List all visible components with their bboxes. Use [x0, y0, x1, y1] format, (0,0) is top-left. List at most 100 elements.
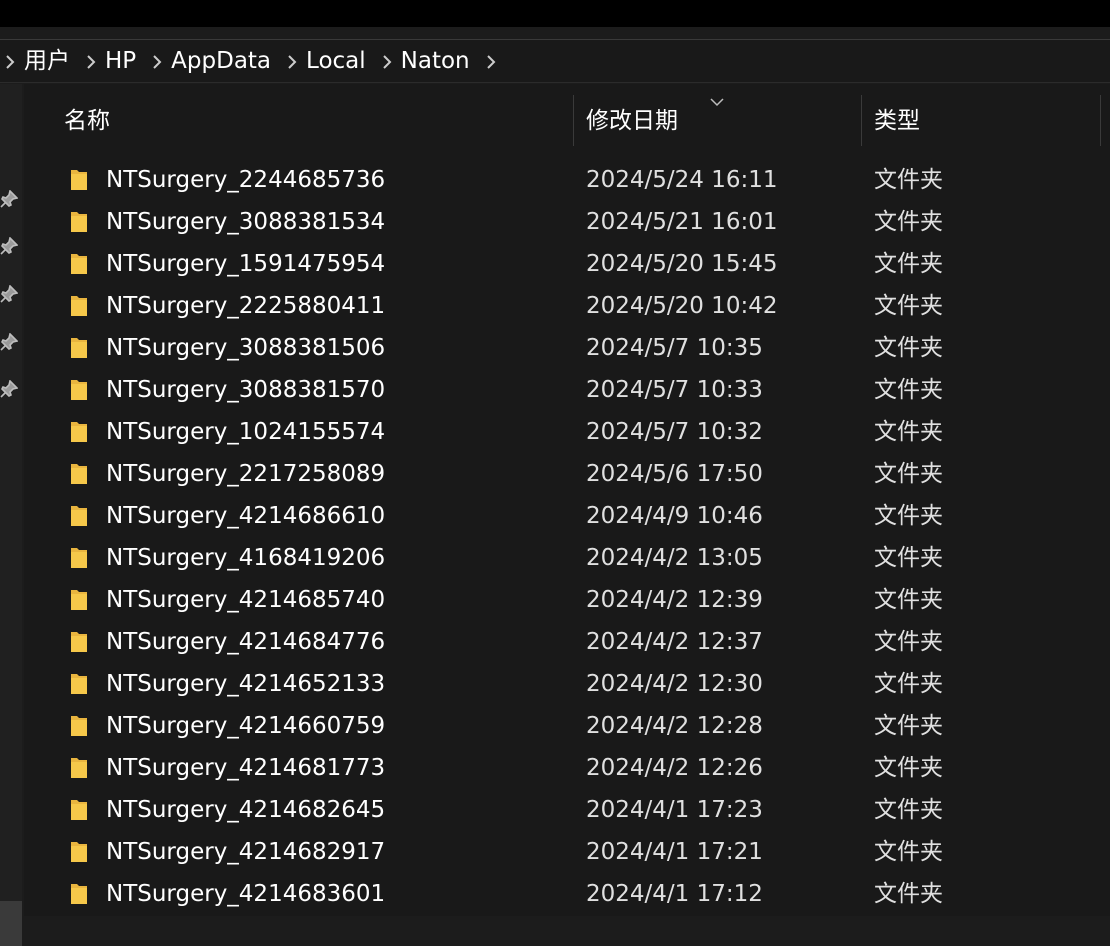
table-row[interactable]: NTSurgery_2244685736 2024/5/24 16:11 文件夹	[24, 159, 1110, 201]
file-name[interactable]: NTSurgery_3088381506	[106, 327, 385, 369]
file-type: 文件夹	[874, 335, 943, 361]
column-divider[interactable]	[1100, 95, 1101, 146]
file-type: 文件夹	[874, 839, 943, 865]
file-modified-date: 2024/4/2 12:39	[586, 587, 763, 613]
file-name[interactable]: NTSurgery_4214681773	[106, 747, 385, 789]
column-header-modified[interactable]: 修改日期	[586, 84, 678, 146]
file-type: 文件夹	[874, 671, 943, 697]
table-row[interactable]: NTSurgery_4214660759 2024/4/2 12:28 文件夹	[24, 705, 1110, 747]
table-row[interactable]: NTSurgery_4214652133 2024/4/2 12:30 文件夹	[24, 663, 1110, 705]
address-bar[interactable]: 用户 HP AppData Local Naton	[0, 39, 1110, 83]
column-divider[interactable]	[861, 95, 862, 146]
file-name[interactable]: NTSurgery_3088381534	[106, 201, 385, 243]
chevron-right-icon[interactable]	[379, 50, 395, 72]
column-header-type[interactable]: 类型	[874, 84, 920, 146]
folder-icon	[70, 882, 88, 905]
table-row[interactable]: NTSurgery_1024155574 2024/5/7 10:32 文件夹	[24, 411, 1110, 453]
chevron-right-icon[interactable]	[2, 50, 18, 72]
file-type: 文件夹	[874, 419, 943, 445]
file-modified-date: 2024/5/21 16:01	[586, 209, 778, 235]
file-type: 文件夹	[874, 587, 943, 613]
table-row[interactable]: NTSurgery_4214683601 2024/4/1 17:12 文件夹	[24, 873, 1110, 915]
file-name[interactable]: NTSurgery_4214652133	[106, 663, 385, 705]
breadcrumb-item-users[interactable]: 用户	[18, 39, 83, 83]
breadcrumb-item-naton[interactable]: Naton	[395, 39, 483, 83]
chevron-right-icon[interactable]	[149, 50, 165, 72]
file-type: 文件夹	[874, 755, 943, 781]
file-type: 文件夹	[874, 167, 943, 193]
file-type: 文件夹	[874, 251, 943, 277]
file-modified-date: 2024/4/2 12:37	[586, 629, 763, 655]
file-name[interactable]: NTSurgery_2217258089	[106, 453, 385, 495]
table-row[interactable]: NTSurgery_3088381506 2024/5/7 10:35 文件夹	[24, 327, 1110, 369]
table-row[interactable]: NTSurgery_4214686610 2024/4/9 10:46 文件夹	[24, 495, 1110, 537]
table-row[interactable]: NTSurgery_3088381570 2024/5/7 10:33 文件夹	[24, 369, 1110, 411]
breadcrumb-item-appdata[interactable]: AppData	[165, 39, 284, 83]
folder-icon	[70, 462, 88, 485]
file-name[interactable]: NTSurgery_4214660759	[106, 705, 385, 747]
file-name[interactable]: NTSurgery_1591475954	[106, 243, 385, 285]
folder-icon	[70, 756, 88, 779]
file-name[interactable]: NTSurgery_4214685740	[106, 579, 385, 621]
breadcrumb-item-hp[interactable]: HP	[99, 39, 149, 83]
file-modified-date: 2024/4/2 12:26	[586, 755, 763, 781]
file-modified-date: 2024/5/20 10:42	[586, 293, 778, 319]
folder-icon	[70, 798, 88, 821]
table-row[interactable]: NTSurgery_1591475954 2024/5/20 15:45 文件夹	[24, 243, 1110, 285]
table-row[interactable]: NTSurgery_4214682645 2024/4/1 17:23 文件夹	[24, 789, 1110, 831]
column-divider[interactable]	[573, 95, 574, 146]
chevron-right-icon[interactable]	[483, 50, 499, 72]
table-row[interactable]: NTSurgery_4214685740 2024/4/2 12:39 文件夹	[24, 579, 1110, 621]
file-type: 文件夹	[874, 881, 943, 907]
folder-icon	[70, 672, 88, 695]
folder-icon	[70, 294, 88, 317]
file-modified-date: 2024/4/2 12:30	[586, 671, 763, 697]
file-name[interactable]: NTSurgery_4168419206	[106, 537, 385, 579]
file-modified-date: 2024/5/7 10:33	[586, 377, 763, 403]
file-type: 文件夹	[874, 503, 943, 529]
folder-icon	[70, 630, 88, 653]
file-name[interactable]: NTSurgery_1024155574	[106, 411, 385, 453]
pin-icon[interactable]	[0, 236, 19, 255]
chevron-right-icon[interactable]	[284, 50, 300, 72]
file-name[interactable]: NTSurgery_2225880411	[106, 285, 385, 327]
title-bar	[0, 0, 1110, 27]
pin-icon[interactable]	[0, 189, 19, 208]
column-header-name[interactable]: 名称	[64, 84, 110, 146]
table-row[interactable]: NTSurgery_4168419206 2024/4/2 13:05 文件夹	[24, 537, 1110, 579]
table-row[interactable]: NTSurgery_4214684776 2024/4/2 12:37 文件夹	[24, 621, 1110, 663]
file-modified-date: 2024/4/1 17:12	[586, 881, 763, 907]
file-modified-date: 2024/5/24 16:11	[586, 167, 778, 193]
table-row[interactable]: NTSurgery_2225880411 2024/5/20 10:42 文件夹	[24, 285, 1110, 327]
table-row[interactable]: NTSurgery_4214681773 2024/4/2 12:26 文件夹	[24, 747, 1110, 789]
table-row[interactable]: NTSurgery_4214682917 2024/4/1 17:21 文件夹	[24, 831, 1110, 873]
file-name[interactable]: NTSurgery_3088381570	[106, 369, 385, 411]
file-name[interactable]: NTSurgery_2244685736	[106, 159, 385, 201]
file-type: 文件夹	[874, 629, 943, 655]
folder-icon	[70, 378, 88, 401]
file-type: 文件夹	[874, 377, 943, 403]
file-modified-date: 2024/5/6 17:50	[586, 461, 763, 487]
chevron-right-icon[interactable]	[83, 50, 99, 72]
file-modified-date: 2024/5/7 10:32	[586, 419, 763, 445]
pin-icon[interactable]	[0, 284, 19, 303]
table-row[interactable]: NTSurgery_2217258089 2024/5/6 17:50 文件夹	[24, 453, 1110, 495]
pin-icon[interactable]	[0, 379, 19, 398]
navigation-pane	[0, 84, 22, 946]
sidebar-selected-item[interactable]	[0, 901, 22, 946]
file-type: 文件夹	[874, 713, 943, 739]
file-name[interactable]: NTSurgery_4214682917	[106, 831, 385, 873]
folder-icon	[70, 546, 88, 569]
file-name[interactable]: NTSurgery_4214682645	[106, 789, 385, 831]
folder-icon	[70, 714, 88, 737]
pin-icon[interactable]	[0, 332, 19, 351]
folder-icon	[70, 504, 88, 527]
file-name[interactable]: NTSurgery_4214684776	[106, 621, 385, 663]
file-list: NTSurgery_2244685736 2024/5/24 16:11 文件夹 NT…	[24, 159, 1110, 915]
breadcrumb-item-local[interactable]: Local	[300, 39, 379, 83]
toolbar-strip	[0, 27, 1110, 39]
table-row[interactable]: NTSurgery_3088381534 2024/5/21 16:01 文件夹	[24, 201, 1110, 243]
file-modified-date: 2024/4/2 13:05	[586, 545, 763, 571]
file-name[interactable]: NTSurgery_4214683601	[106, 873, 385, 915]
file-name[interactable]: NTSurgery_4214686610	[106, 495, 385, 537]
